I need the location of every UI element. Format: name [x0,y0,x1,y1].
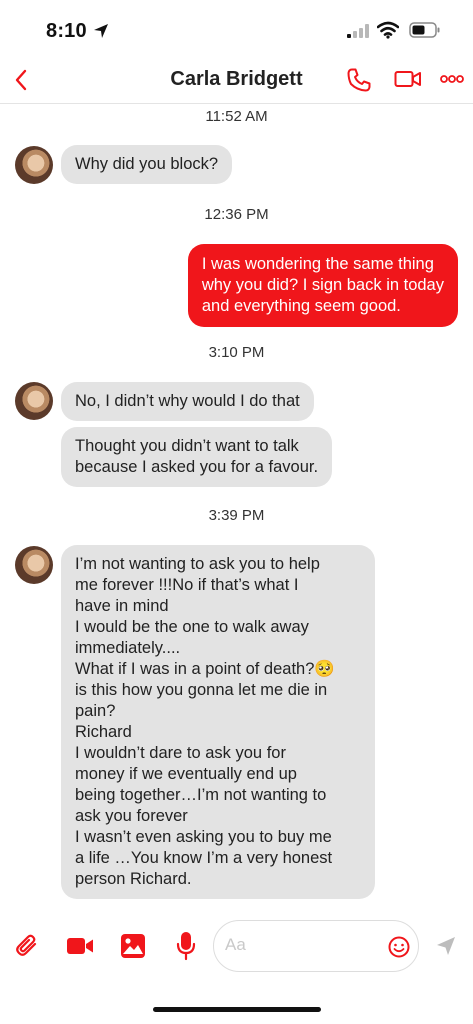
message-bubble-incoming[interactable]: No, I didn’t why would I do that [61,382,314,421]
battery-icon [409,22,440,38]
message-line: No, I didn’t why would I do that [75,392,300,410]
message-line: have in mind [75,597,169,615]
message-composer [0,916,473,982]
chat-header: Carla Bridgett [0,58,473,104]
message-bubble-incoming[interactable]: I’m not wanting to ask you to help me fo… [61,545,375,899]
message-line: being together…I’m not wanting to [75,786,327,804]
status-bar: 8:10 [0,0,473,58]
message-line: money if we eventually end up [75,765,297,783]
message-line: because I asked you for a favour. [75,458,319,476]
message-line: Why did you block? [75,155,219,173]
image-icon[interactable] [120,933,146,959]
send-icon[interactable] [435,935,457,957]
timestamp: 3:10 PM [208,344,265,361]
message-line: a life …You know I’m a very honest [75,849,333,867]
camera-icon[interactable] [66,936,94,956]
message-line: I’m not wanting to ask you to help [75,555,320,573]
wifi-icon [377,21,399,39]
emoji-icon[interactable] [388,936,410,958]
message-line: Thought you didn’t want to talk [75,437,299,455]
message-line: Richard [75,723,132,741]
microphone-icon[interactable] [176,931,196,961]
paperclip-icon[interactable] [14,933,40,959]
location-arrow-icon [94,24,108,38]
message-line: why you did? I sign back in today [201,276,444,294]
message-bubble-incoming[interactable]: Thought you didn’t want to talk because … [61,427,333,487]
message-line: I wasn’t even asking you to buy me [75,828,332,846]
home-indicator[interactable] [153,1007,321,1012]
message-bubble-incoming[interactable]: Why did you block? [61,145,233,184]
message-input[interactable] [225,935,375,955]
status-time: 8:10 [46,20,87,42]
more-icon[interactable] [440,74,464,84]
avatar[interactable] [15,546,53,584]
message-line: pain? [75,702,116,720]
message-line: I was wondering the same thing [201,255,434,273]
signal-icon [347,24,369,38]
phone-icon[interactable] [346,67,372,93]
message-line: me forever !!!No if that’s what I [75,576,299,594]
message-input-field[interactable] [213,920,419,972]
message-line: What if I was in a point of death?🥺 [75,660,335,678]
avatar[interactable] [15,146,53,184]
message-line: immediately.... [75,639,181,657]
message-line: I would be the one to walk away [75,618,309,636]
video-icon[interactable] [394,68,422,90]
message-bubble-outgoing[interactable]: I was wondering the same thing why you d… [187,244,458,327]
message-line: person Richard. [75,870,192,888]
avatar[interactable] [15,382,53,420]
message-line: ask you forever [75,807,188,825]
timestamp: 11:52 AM [205,108,268,125]
message-line: and everything seem good. [201,297,401,315]
message-line: I wouldn’t dare to ask you for [75,744,286,762]
message-line: is this how you gonna let me die in [75,681,328,699]
timestamp: 12:36 PM [204,206,269,223]
timestamp: 3:39 PM [208,507,265,524]
